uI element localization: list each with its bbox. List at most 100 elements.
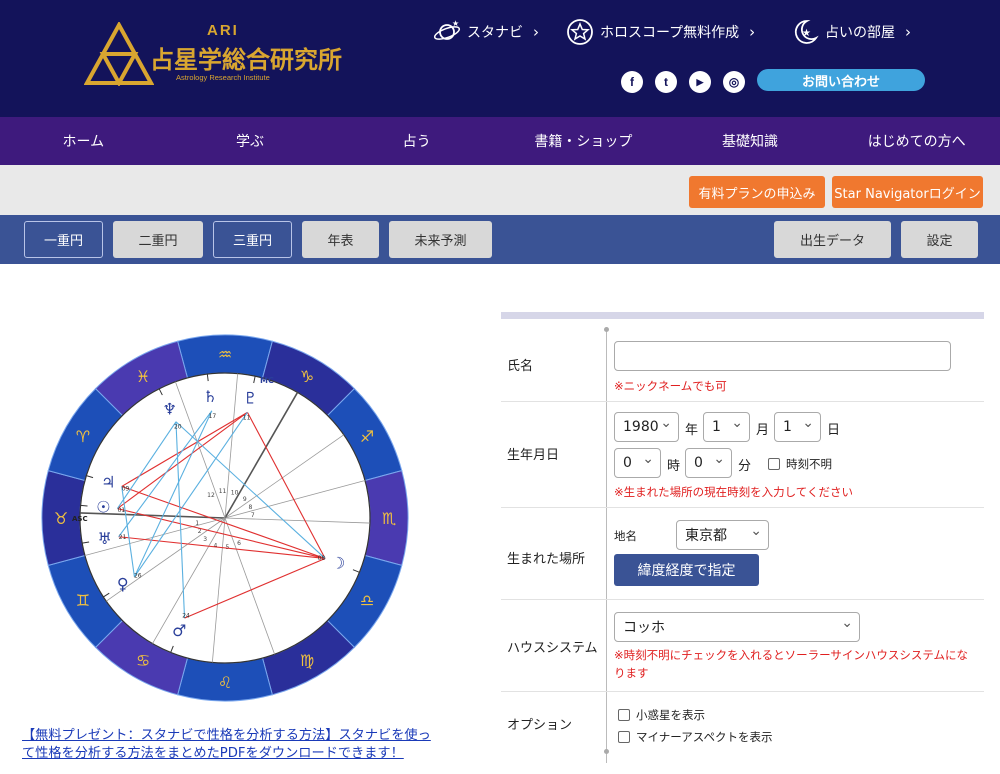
logo-ari: ARI bbox=[207, 22, 239, 39]
svg-text:★: ★ bbox=[802, 28, 811, 39]
hour-unit: 時 bbox=[667, 459, 681, 474]
paid-plan-button[interactable]: 有料プランの申込み bbox=[689, 176, 825, 208]
twitter-icon[interactable]: t bbox=[655, 71, 677, 93]
logo-title[interactable]: 占星学総合研究所 bbox=[150, 40, 342, 75]
main-nav: ホーム 学ぶ 占う 書籍・ショップ 基礎知識 はじめての方へ bbox=[0, 117, 1000, 165]
nav-item-basics[interactable]: 基礎知識 bbox=[667, 117, 834, 165]
top-link-label: スタナビ bbox=[467, 25, 523, 41]
top-link-stanavi[interactable]: ★ スタナビ › bbox=[433, 18, 539, 46]
zodiac-sign-glyph: ♐ bbox=[360, 427, 374, 446]
planet-tick bbox=[80, 504, 88, 507]
birthdate-note: ※生まれた場所の現在時刻を入力してください bbox=[614, 485, 853, 499]
latlong-button[interactable]: 緯度経度で指定 bbox=[614, 554, 759, 586]
house-number: 8 bbox=[248, 504, 252, 511]
house-number: 5 bbox=[226, 544, 230, 551]
birthdate-label: 生年月日 bbox=[507, 448, 560, 463]
zodiac-sign-glyph: ♉ bbox=[54, 509, 68, 528]
year-select[interactable]: 1980 bbox=[614, 412, 679, 442]
birth-data-form: 氏名 ※ニックネームでも可 生年月日 1980 年 1 月 1 日 0 時 0 … bbox=[501, 312, 984, 763]
zodiac-sign-glyph: ♎ bbox=[360, 591, 374, 610]
house-number: 12 bbox=[207, 492, 215, 499]
site-header: ARI 占星学総合研究所 Astrology Research Institut… bbox=[0, 0, 1000, 117]
chevron-right-icon: › bbox=[533, 23, 539, 41]
tab-single-circle[interactable]: 一重円 bbox=[24, 221, 103, 258]
planet-degree: 24 bbox=[182, 612, 190, 619]
birthplace-label: 生まれた場所 bbox=[507, 552, 586, 567]
month-unit: 月 bbox=[756, 423, 770, 438]
promo-link[interactable]: 【無料プレゼント：スタナビで性格を分析する方法】スタナビを使って性格を分析する方… bbox=[22, 727, 442, 763]
house-number: 4 bbox=[214, 542, 218, 549]
tab-settings[interactable]: 設定 bbox=[901, 221, 978, 258]
planet-degree: 11 bbox=[243, 414, 251, 421]
planet-degree: 26 bbox=[134, 573, 142, 580]
house-number: 7 bbox=[251, 512, 255, 519]
name-note: ※ニックネームでも可 bbox=[614, 379, 727, 393]
tab-double-circle[interactable]: 二重円 bbox=[113, 221, 203, 258]
chevron-right-icon: › bbox=[905, 23, 911, 41]
house-system-note: ※時刻不明にチェックを入れるとソーラーサインハウスシステムになります bbox=[614, 648, 969, 680]
asc-label: ASC bbox=[72, 515, 88, 523]
prefecture-select[interactable]: 東京都 bbox=[676, 520, 769, 550]
nav-item-learn[interactable]: 学ぶ bbox=[167, 117, 334, 165]
zodiac-sign-glyph: ♊ bbox=[76, 591, 90, 610]
row-birthdate: 生年月日 1980 年 1 月 1 日 0 時 0 分 時刻不明 ※生まれた場所… bbox=[501, 402, 984, 508]
tab-triple-circle[interactable]: 三重円 bbox=[213, 221, 292, 258]
zodiac-sign-glyph: ♋ bbox=[136, 651, 150, 670]
mc-label: MC bbox=[260, 376, 274, 385]
logo-icon[interactable] bbox=[84, 22, 154, 86]
planet-icon: ★ bbox=[433, 19, 461, 40]
month-select[interactable]: 1 bbox=[703, 412, 750, 442]
unknown-time-label: 時刻不明 bbox=[786, 457, 832, 471]
planet-degree: 17 bbox=[209, 413, 217, 420]
row-options: オプション 小惑星を表示 マイナーアスペクトを表示 bbox=[501, 692, 984, 752]
zodiac-sign-glyph: ♍ bbox=[300, 651, 314, 670]
facebook-icon[interactable]: f bbox=[621, 71, 643, 93]
zodiac-sign-glyph: ♓ bbox=[136, 367, 150, 386]
logo-subtitle: Astrology Research Institute bbox=[176, 73, 270, 82]
planet-glyph: ☉ bbox=[96, 497, 110, 516]
planet-glyph: ♀ bbox=[117, 574, 129, 593]
planet-glyph: ♆ bbox=[162, 399, 176, 418]
zodiac-sign-glyph: ♒ bbox=[218, 345, 232, 364]
top-link-label: 占いの部屋 bbox=[825, 25, 895, 41]
house-number: 9 bbox=[243, 496, 247, 503]
youtube-icon[interactable]: ▶ bbox=[689, 71, 711, 93]
instagram-icon[interactable]: ◎ bbox=[723, 71, 745, 93]
name-label: 氏名 bbox=[507, 359, 534, 374]
day-select[interactable]: 1 bbox=[774, 412, 821, 442]
nav-item-home[interactable]: ホーム bbox=[0, 117, 167, 165]
nav-item-shop[interactable]: 書籍・ショップ bbox=[500, 117, 667, 165]
minor-aspects-checkbox[interactable]: マイナーアスペクトを表示 bbox=[618, 729, 773, 745]
tab-future-forecast[interactable]: 未来予測 bbox=[389, 221, 492, 258]
planet-glyph: ♇ bbox=[243, 389, 257, 408]
house-system-select[interactable]: コッホ bbox=[614, 612, 860, 642]
top-link-horoscope[interactable]: ホロスコープ無料作成 › bbox=[566, 18, 755, 46]
planet-degree: 09 bbox=[122, 486, 130, 493]
planet-degree: 20 bbox=[174, 423, 182, 430]
planet-degree: 08 bbox=[318, 555, 326, 562]
minor-planets-label: 小惑星を表示 bbox=[636, 708, 705, 722]
moon-star-icon: ★ bbox=[794, 20, 819, 44]
unknown-time-checkbox[interactable]: 時刻不明 bbox=[768, 456, 832, 472]
planet-glyph: ♃ bbox=[101, 472, 115, 491]
row-birthplace: 生まれた場所 地名 東京都 緯度経度で指定 bbox=[501, 508, 984, 600]
planet-glyph: ♅ bbox=[98, 529, 112, 548]
minor-planets-checkbox[interactable]: 小惑星を表示 bbox=[618, 707, 705, 723]
row-house-system: ハウスシステム コッホ ※時刻不明にチェックを入れるとソーラーサインハウスシステ… bbox=[501, 600, 984, 692]
planet-glyph: ♄ bbox=[203, 387, 217, 406]
hour-select[interactable]: 0 bbox=[614, 448, 661, 478]
nav-item-fortune[interactable]: 占う bbox=[333, 117, 500, 165]
day-unit: 日 bbox=[827, 423, 841, 438]
tab-birth-data[interactable]: 出生データ bbox=[774, 221, 891, 258]
nav-item-beginners[interactable]: はじめての方へ bbox=[833, 117, 1000, 165]
contact-button[interactable]: お問い合わせ bbox=[757, 69, 925, 91]
top-link-fortune-room[interactable]: ★ 占いの部屋 › bbox=[791, 18, 911, 46]
planet-glyph: ♂ bbox=[172, 621, 186, 640]
name-field[interactable] bbox=[614, 341, 951, 371]
minute-select[interactable]: 0 bbox=[685, 448, 732, 478]
minor-aspects-label: マイナーアスペクトを表示 bbox=[636, 730, 773, 744]
login-button[interactable]: Star Navigatorログイン bbox=[832, 176, 983, 208]
top-link-label: ホロスコープ無料作成 bbox=[600, 25, 740, 41]
tab-timeline[interactable]: 年表 bbox=[302, 221, 379, 258]
planet-degree: 21 bbox=[119, 534, 127, 541]
